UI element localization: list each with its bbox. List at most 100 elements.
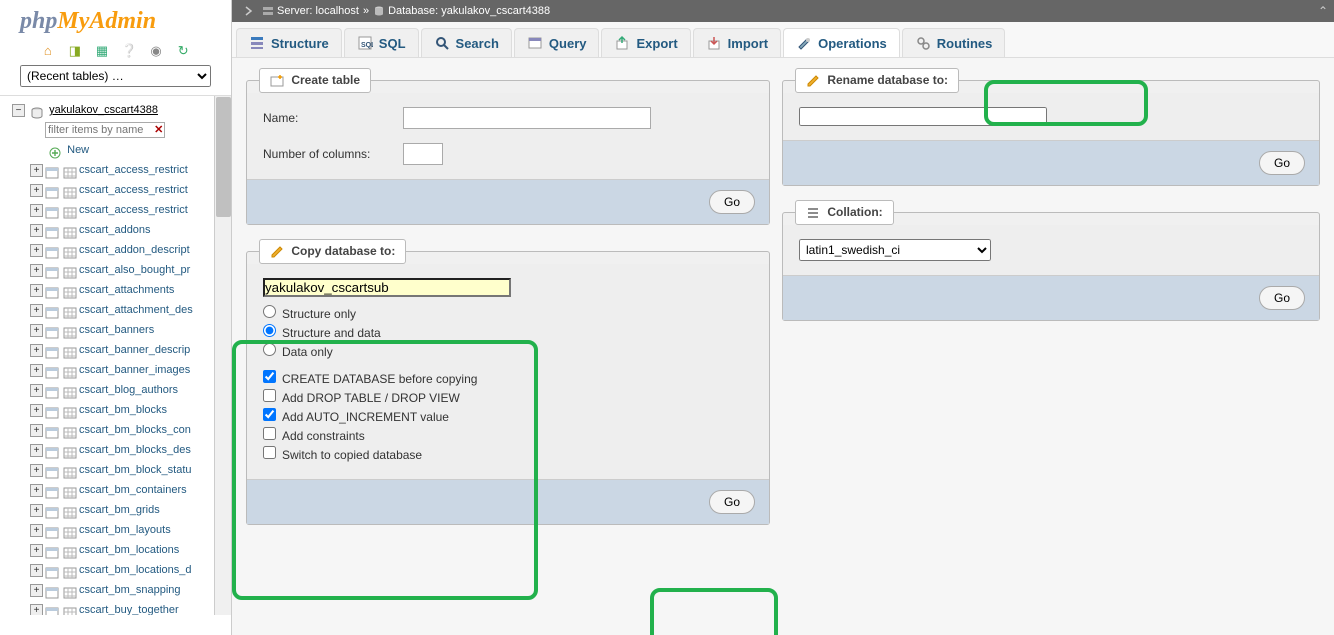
tree-expand-icon[interactable]: + [30,164,43,177]
table-browse-icon[interactable] [45,363,59,377]
table-browse-icon[interactable] [45,243,59,257]
radio-structure-only[interactable]: Structure only [263,305,753,324]
settings-icon[interactable]: ◉ [148,43,164,59]
table-browse-icon[interactable] [45,423,59,437]
tree-table-link[interactable]: cscart_access_restrict [79,164,188,176]
tab-routines[interactable]: Routines [902,28,1006,57]
tree-database-link[interactable]: yakulakov_cscart4388 [49,104,158,116]
tree-expand-icon[interactable]: + [30,224,43,237]
tree-expand-icon[interactable]: + [30,384,43,397]
collation-go-button[interactable]: Go [1259,286,1305,310]
table-browse-icon[interactable] [45,323,59,337]
table-browse-icon[interactable] [45,483,59,497]
tree-expand-icon[interactable]: + [30,464,43,477]
collation-select[interactable]: latin1_swedish_ci [799,239,991,261]
tree-expand-icon[interactable]: + [30,264,43,277]
tree-table-link[interactable]: cscart_bm_block_statu [79,464,192,476]
table-browse-icon[interactable] [45,283,59,297]
tree-expand-icon[interactable]: + [30,444,43,457]
chk-switch[interactable]: Switch to copied database [263,446,753,465]
breadcrumb-database[interactable]: Database: yakulakov_cscart4388 [388,2,550,20]
table-browse-icon[interactable] [45,163,59,177]
tree-expand-icon[interactable]: + [30,364,43,377]
tab-sql[interactable]: SQL SQL [344,28,419,57]
tree-table-link[interactable]: cscart_also_bought_pr [79,264,190,276]
tree-table-link[interactable]: cscart_bm_blocks [79,404,167,416]
rename-db-input[interactable] [799,107,1047,126]
table-browse-icon[interactable] [45,503,59,517]
columns-input[interactable] [403,143,443,165]
tree-table-link[interactable]: cscart_banner_images [79,364,190,376]
tree-table-link[interactable]: cscart_banners [79,324,154,336]
create-table-go-button[interactable]: Go [709,190,755,214]
rename-db-go-button[interactable]: Go [1259,151,1305,175]
table-browse-icon[interactable] [45,523,59,537]
tree-expand-icon[interactable]: + [30,524,43,537]
recent-tables-select[interactable]: (Recent tables) … [20,65,211,87]
table-browse-icon[interactable] [45,263,59,277]
breadcrumb-toggle-icon[interactable] [242,4,256,18]
copy-db-go-button[interactable]: Go [709,490,755,514]
tree-expand-icon[interactable]: + [30,544,43,557]
tree-expand-icon[interactable]: + [30,504,43,517]
radio-data-only[interactable]: Data only [263,343,753,362]
tree-expand-icon[interactable]: + [30,244,43,257]
tab-operations[interactable]: Operations [783,28,900,57]
table-browse-icon[interactable] [45,543,59,557]
tab-search[interactable]: Search [421,28,512,57]
sql-icon[interactable]: ▦ [94,43,110,59]
tree-table-link[interactable]: cscart_attachments [79,284,174,296]
tree-table-link[interactable]: cscart_bm_locations [79,544,179,556]
tree-new-link[interactable]: New [67,144,89,156]
table-browse-icon[interactable] [45,183,59,197]
tree-table-link[interactable]: cscart_banner_descrip [79,344,190,356]
tree-table-link[interactable]: cscart_blog_authors [79,384,178,396]
tree-table-link[interactable]: cscart_bm_grids [79,504,160,516]
tree-table-link[interactable]: cscart_bm_blocks_con [79,424,191,436]
table-browse-icon[interactable] [45,583,59,597]
tree-expand-icon[interactable]: + [30,184,43,197]
tree-filter-input[interactable] [45,122,165,138]
table-browse-icon[interactable] [45,563,59,577]
breadcrumb-server[interactable]: Server: localhost [277,2,359,20]
table-browse-icon[interactable] [45,303,59,317]
tree-table-link[interactable]: cscart_addon_descript [79,244,190,256]
table-name-input[interactable] [403,107,651,129]
table-browse-icon[interactable] [45,443,59,457]
tree-expand-icon[interactable]: + [30,204,43,217]
tree-expand-icon[interactable]: + [30,564,43,577]
table-browse-icon[interactable] [45,463,59,477]
tree-expand-icon[interactable]: + [30,344,43,357]
tree-expand-icon[interactable]: + [30,304,43,317]
table-browse-icon[interactable] [45,203,59,217]
tab-import[interactable]: Import [693,28,781,57]
tab-export[interactable]: Export [601,28,690,57]
tree-expand-icon[interactable]: + [30,324,43,337]
tree-expand-icon[interactable]: + [30,284,43,297]
chk-autoinc[interactable]: Add AUTO_INCREMENT value [263,408,753,427]
table-browse-icon[interactable] [45,343,59,357]
tree-table-link[interactable]: cscart_bm_snapping [79,584,181,596]
tree-table-link[interactable]: cscart_bm_blocks_des [79,444,191,456]
tree-table-link[interactable]: cscart_buy_together [79,604,179,615]
breadcrumb-collapse-icon[interactable]: ⌃ [1318,2,1328,20]
tree-table-link[interactable]: cscart_attachment_des [79,304,193,316]
tree-expand-icon[interactable]: + [30,584,43,597]
tree-expand-icon[interactable]: + [30,404,43,417]
chk-create-db[interactable]: CREATE DATABASE before copying [263,370,753,389]
tab-query[interactable]: Query [514,28,600,57]
chk-constraints[interactable]: Add constraints [263,427,753,446]
exit-icon[interactable]: ◨ [67,43,83,59]
tree-expand-icon[interactable]: + [30,484,43,497]
reload-icon[interactable]: ↻ [175,43,191,59]
tab-structure[interactable]: Structure [236,28,342,57]
tree-expand-icon[interactable]: + [30,424,43,437]
table-browse-icon[interactable] [45,383,59,397]
tree-table-link[interactable]: cscart_bm_locations_d [79,564,192,576]
docs-icon[interactable]: ❔ [121,43,137,59]
tree-table-link[interactable]: cscart_access_restrict [79,204,188,216]
tree-table-link[interactable]: cscart_access_restrict [79,184,188,196]
table-browse-icon[interactable] [45,223,59,237]
table-browse-icon[interactable] [45,403,59,417]
tree-table-link[interactable]: cscart_bm_containers [79,484,187,496]
